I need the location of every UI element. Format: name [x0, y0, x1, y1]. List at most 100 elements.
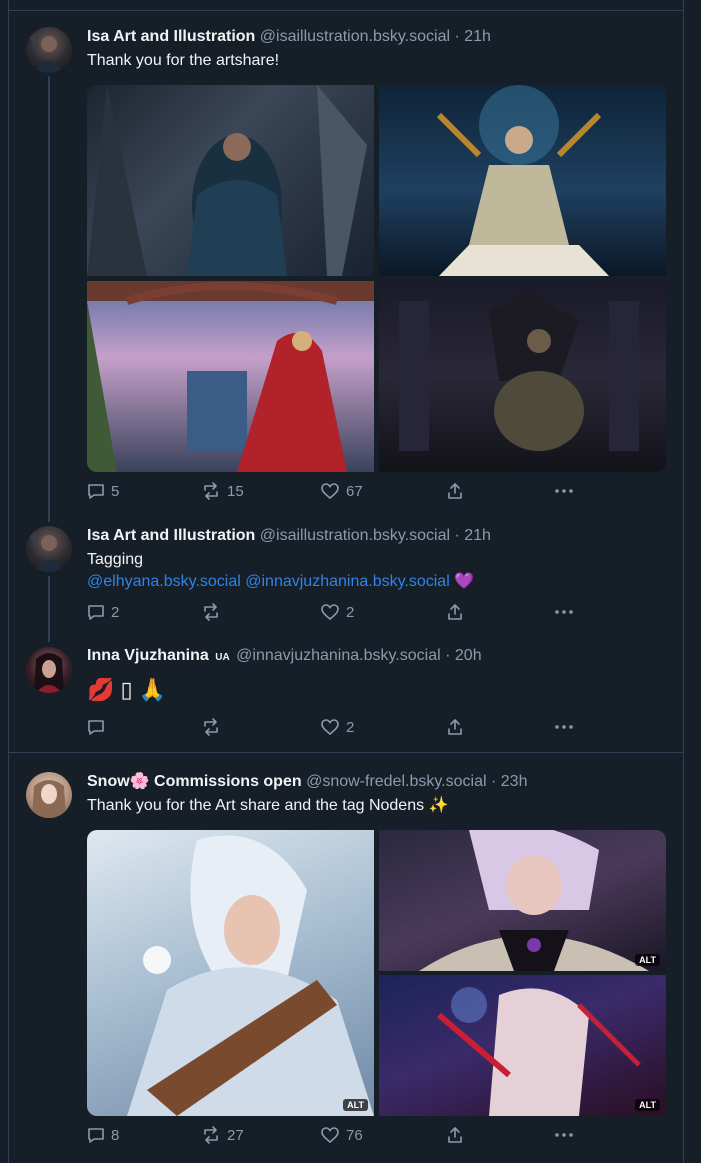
purple-heart-emoji: 💜: [454, 573, 475, 590]
post-time[interactable]: 21h: [464, 527, 491, 544]
repost-icon: [204, 482, 218, 500]
artwork-image: [419, 830, 649, 971]
like-count: 2: [346, 603, 355, 621]
avatar[interactable]: [26, 526, 72, 572]
heart-icon: [321, 604, 339, 621]
repost-button[interactable]: 15: [201, 482, 244, 500]
post-actions: 8 27 76: [87, 1126, 587, 1148]
artwork-image: [399, 291, 639, 451]
more-icon: [555, 610, 573, 614]
post-text: Thank you for the Art share and the tag …: [87, 797, 449, 814]
post-actions: 2 2: [87, 603, 587, 625]
reply-count: 5: [111, 482, 120, 500]
author-name[interactable]: Inna Vjuzhanina: [87, 647, 209, 664]
author-handle[interactable]: @isaillustration.bsky.social: [260, 28, 450, 45]
author-name[interactable]: Snow: [87, 773, 130, 790]
more-options-button[interactable]: [554, 603, 574, 621]
like-count: 67: [346, 482, 363, 500]
post-image[interactable]: ALT: [87, 830, 374, 1116]
mention-link[interactable]: @innavjuzhanina.bsky.social: [245, 573, 450, 590]
post[interactable]: Isa Art and Illustration @isaillustratio…: [8, 0, 684, 510]
author-handle[interactable]: @innavjuzhanina.bsky.social: [236, 647, 441, 664]
share-icon: [448, 604, 462, 620]
like-count: 76: [346, 1126, 363, 1144]
post-text: Tagging: [87, 551, 144, 568]
share-button[interactable]: [446, 482, 464, 500]
post-actions: 5 15 67: [87, 482, 587, 504]
separator: ·: [454, 28, 460, 45]
avatar-image: [34, 653, 64, 693]
post-header: Isa Art and Illustration @isaillustratio…: [87, 526, 491, 546]
post-text: 💋 ▯ 🙏: [87, 677, 167, 702]
post-image[interactable]: [87, 281, 374, 472]
post-header: Inna Vjuzhanina UA @innavjuzhanina.bsky.…: [87, 646, 482, 668]
post-time[interactable]: 23h: [501, 773, 528, 790]
reply-count: 8: [111, 1126, 120, 1144]
avatar-image: [32, 780, 66, 818]
like-button[interactable]: 2: [320, 718, 354, 736]
share-icon: [448, 719, 462, 735]
repost-button[interactable]: [201, 603, 221, 621]
repost-count: 27: [227, 1126, 244, 1144]
post-image[interactable]: [87, 85, 374, 276]
more-options-button[interactable]: [554, 718, 574, 736]
artwork-image: [436, 85, 609, 276]
reply-button[interactable]: 5: [87, 482, 119, 500]
post-actions: 2: [87, 718, 587, 740]
post-time[interactable]: 21h: [464, 28, 491, 45]
post-image[interactable]: ALT: [379, 975, 666, 1116]
avatar[interactable]: [26, 647, 72, 693]
more-icon: [555, 725, 573, 729]
avatar[interactable]: [26, 27, 72, 73]
post[interactable]: Inna Vjuzhanina UA @innavjuzhanina.bsky.…: [8, 630, 684, 752]
share-button[interactable]: [446, 603, 464, 621]
post-image[interactable]: [379, 281, 666, 472]
more-options-button[interactable]: [554, 1126, 574, 1144]
avatar-image: [30, 33, 64, 73]
cherry-blossom-emoji: 🌸: [129, 773, 150, 790]
mention-link[interactable]: @elhyana.bsky.social: [87, 573, 241, 590]
reply-button[interactable]: [87, 718, 105, 736]
post-image[interactable]: ALT: [379, 830, 666, 971]
author-handle[interactable]: @snow-fredel.bsky.social: [306, 773, 486, 790]
post-image[interactable]: [379, 85, 666, 276]
repost-button[interactable]: [201, 718, 221, 736]
repost-icon: [204, 603, 218, 621]
author-name-suffix[interactable]: Commissions open: [154, 773, 302, 790]
like-button[interactable]: 2: [320, 603, 354, 621]
repost-icon: [204, 1126, 218, 1144]
separator: ·: [490, 773, 497, 790]
post-header: Isa Art and Illustration @isaillustratio…: [87, 27, 491, 47]
author-name[interactable]: Isa Art and Illustration: [87, 527, 255, 544]
author-handle[interactable]: @isaillustration.bsky.social: [260, 527, 450, 544]
more-icon: [555, 1133, 573, 1137]
like-button[interactable]: 76: [320, 1126, 363, 1144]
heart-icon: [321, 483, 339, 500]
more-options-button[interactable]: [554, 482, 574, 500]
artwork-image: [127, 835, 374, 1116]
share-icon: [448, 483, 462, 499]
reply-icon: [88, 484, 104, 499]
avatar[interactable]: [26, 772, 72, 818]
like-button[interactable]: 67: [320, 482, 363, 500]
artwork-image: [87, 85, 367, 276]
post[interactable]: Snow🌸 Commissions open @snow-fredel.bsky…: [8, 753, 684, 1163]
like-count: 2: [346, 718, 355, 736]
repost-button[interactable]: 27: [201, 1126, 244, 1144]
reply-icon: [88, 1128, 104, 1143]
alt-text-badge[interactable]: ALT: [635, 954, 660, 966]
alt-text-badge[interactable]: ALT: [635, 1099, 660, 1111]
share-icon: [448, 1127, 462, 1143]
reply-button[interactable]: 8: [87, 1126, 119, 1144]
alt-text-badge[interactable]: ALT: [343, 1099, 368, 1111]
share-button[interactable]: [446, 718, 464, 736]
post-header: Snow🌸 Commissions open @snow-fredel.bsky…: [87, 772, 527, 792]
share-button[interactable]: [446, 1126, 464, 1144]
heart-icon: [321, 1127, 339, 1144]
reply-button[interactable]: 2: [87, 603, 119, 621]
post[interactable]: Isa Art and Illustration @isaillustratio…: [8, 510, 684, 630]
author-name[interactable]: Isa Art and Illustration: [87, 28, 255, 45]
artwork-image: [437, 987, 641, 1116]
post-time[interactable]: 20h: [455, 647, 482, 664]
country-badge: UA: [215, 652, 230, 663]
